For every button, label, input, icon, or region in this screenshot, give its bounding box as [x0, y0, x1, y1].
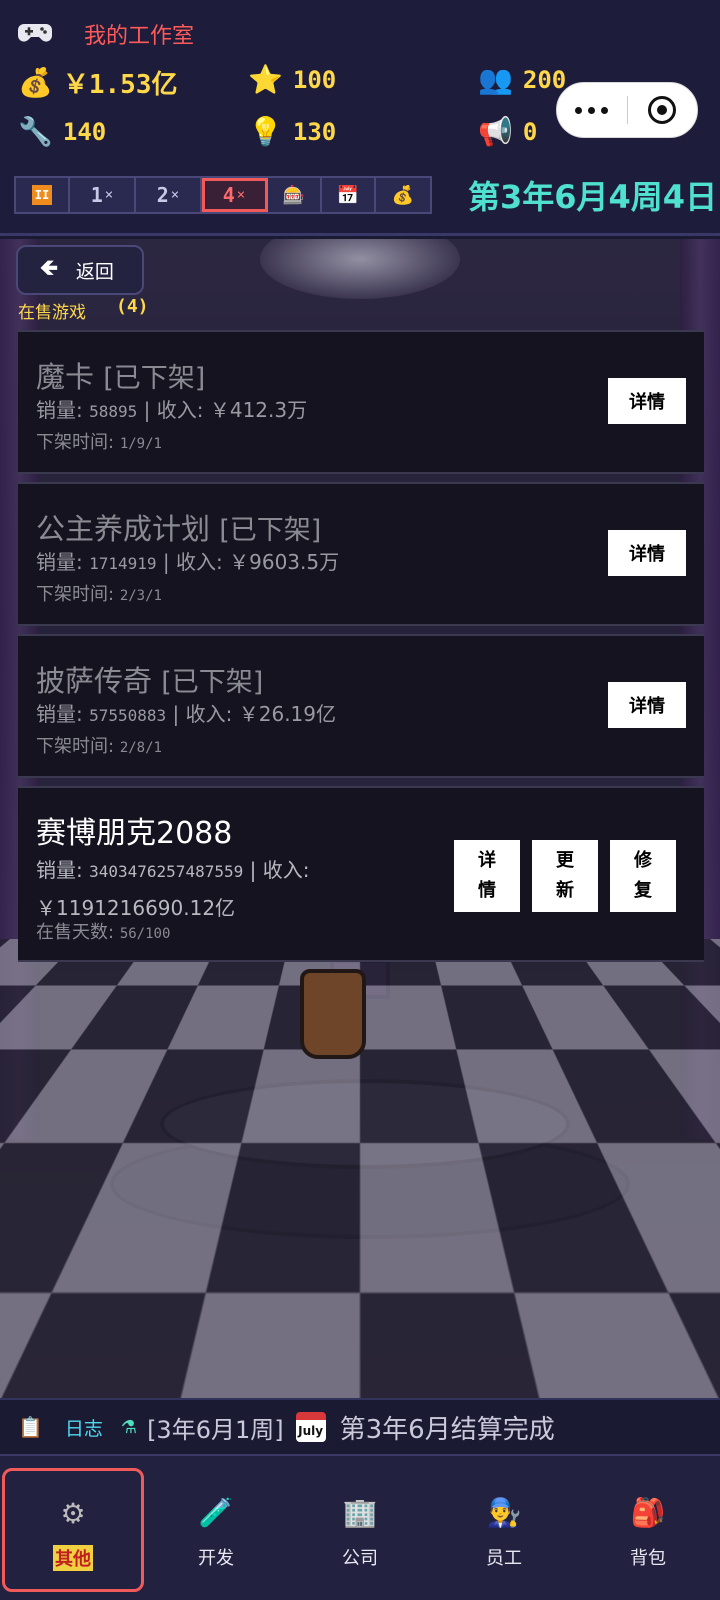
bottom-nav: ⚙ 其他 🧪 开发 🏢 公司 👨‍🔧 员工 🎒 背包: [0, 1454, 720, 1600]
gamepad-icon: [18, 24, 52, 42]
games-on-sale-count: (4): [116, 296, 149, 317]
tech-stat: 🔧 140: [18, 115, 107, 148]
days-on-sale: 在售天数: 56/100: [36, 922, 171, 943]
pause-button[interactable]: II: [16, 178, 70, 212]
speed-controls: II 1 × 2 × 4 × 🎰 📅 💰: [14, 176, 432, 214]
star-icon: ⭐: [248, 63, 283, 96]
nav-label: 背包: [630, 1548, 666, 1569]
speed-4x-button[interactable]: 4 ×: [202, 178, 268, 212]
game-sales-income: 销量: 57550883 | 收入: ￥26.19亿: [36, 702, 337, 726]
flask-icon: ⚗: [120, 1416, 138, 1438]
nav-label: 其他: [53, 1545, 93, 1571]
finance-button[interactable]: 💰: [376, 178, 430, 212]
pause-icon: II: [32, 185, 52, 205]
log-message: 第3年6月结算完成: [339, 1414, 555, 1445]
game-name: 披萨传奇 [已下架]: [36, 664, 264, 698]
studio-title: 我的工作室: [84, 24, 195, 49]
people-icon: 👥: [478, 63, 513, 96]
fans-value: 200: [522, 66, 567, 94]
back-button[interactable]: 🡸 返回: [16, 245, 144, 295]
money-bag-icon: 💰: [391, 184, 415, 206]
log-bar[interactable]: 📋 日志 ⚗ [3年6月1周] July 第3年6月结算完成: [0, 1398, 720, 1454]
detail-button[interactable]: 详情: [454, 840, 520, 912]
update-button[interactable]: 更新: [532, 840, 598, 912]
speed-2x-button[interactable]: 2 ×: [136, 178, 202, 212]
status-header: 我的工作室 💰 ￥1.53亿 ⭐ 100 👥 200 🔧 140 💡 130 📢…: [0, 0, 720, 236]
delist-time: 下架时间: 1/9/1: [36, 432, 162, 453]
nav-label: 开发: [198, 1548, 234, 1569]
lightbulb-icon: 💡: [248, 115, 283, 148]
nav-staff[interactable]: 👨‍🔧 员工: [432, 1456, 576, 1600]
game-name: 公主养成计划 [已下架]: [36, 512, 322, 546]
delist-time: 下架时间: 2/8/1: [36, 736, 162, 757]
target-icon: [648, 96, 677, 124]
flask-icon: 🧪: [198, 1496, 234, 1529]
miniprogram-capsule: [556, 82, 698, 138]
game-sales-income: 销量: 58895 | 收入: ￥412.3万: [36, 398, 308, 422]
log-label[interactable]: 日志: [65, 1414, 103, 1441]
fans-stat: 👥 200: [478, 63, 567, 96]
tech-value: 140: [62, 118, 107, 146]
fame-value: 100: [292, 66, 337, 94]
detail-button[interactable]: 详情: [608, 378, 686, 424]
detail-button[interactable]: 详情: [608, 682, 686, 728]
game-sales-income: 销量: 3403476257487559 | 收入: ￥1191216690.1…: [36, 858, 310, 920]
back-label: 返回: [75, 260, 114, 283]
game-card: 披萨传奇 [已下架] 销量: 57550883 | 收入: ￥26.19亿 下架…: [18, 634, 704, 778]
slot-machine-icon: 🎰: [282, 184, 306, 206]
game-card-on-sale: 赛博朋克2088 销量: 3403476257487559 | 收入: ￥119…: [18, 786, 704, 962]
fame-stat: ⭐ 100: [248, 63, 337, 96]
delisted-tag: [已下架]: [103, 363, 206, 394]
ad-value: 0: [522, 118, 538, 146]
money-bag-icon: 💰: [18, 65, 53, 99]
slot-machine-button[interactable]: 🎰: [268, 178, 322, 212]
close-miniprogram-button[interactable]: [628, 96, 698, 124]
backpack-icon: 🎒: [630, 1496, 666, 1529]
megaphone-icon: 📢: [478, 115, 513, 148]
games-on-sale-title: 在售游戏: [18, 303, 86, 323]
calendar-icon: 📅: [336, 184, 360, 206]
back-arrow-icon: 🡸: [40, 256, 58, 281]
gear-icon: ⚙: [60, 1497, 86, 1530]
idea-stat: 💡 130: [248, 115, 337, 148]
game-card: 魔卡 [已下架] 销量: 58895 | 收入: ￥412.3万 下架时间: 1…: [18, 330, 704, 474]
calendar-button[interactable]: 📅: [322, 178, 376, 212]
game-name: 赛博朋克2088: [36, 816, 233, 851]
building-icon: 🏢: [342, 1496, 378, 1529]
money-stat: 💰 ￥1.53亿: [18, 64, 178, 101]
delisted-tag: [已下架]: [161, 667, 264, 698]
fix-button[interactable]: 修复: [610, 840, 676, 912]
delist-time: 下架时间: 2/3/1: [36, 584, 162, 605]
delisted-tag: [已下架]: [219, 515, 322, 546]
nav-develop[interactable]: 🧪 开发: [144, 1456, 288, 1600]
wrench-icon: 🔧: [18, 115, 53, 148]
nav-label: 公司: [342, 1548, 378, 1569]
calendar-icon: July: [295, 1412, 326, 1442]
game-date: 第3年6月4周4日: [468, 178, 718, 216]
clipboard-icon: 📋: [18, 1415, 43, 1439]
nav-label: 员工: [486, 1548, 522, 1569]
speed-1x-button[interactable]: 1 ×: [70, 178, 136, 212]
nav-other[interactable]: ⚙ 其他: [2, 1468, 144, 1592]
log-week: [3年6月1周]: [147, 1415, 284, 1444]
detail-button[interactable]: 详情: [608, 530, 686, 576]
game-name: 魔卡 [已下架]: [36, 360, 206, 394]
game-sales-income: 销量: 1714919 | 收入: ￥9603.5万: [36, 550, 340, 574]
more-menu-button[interactable]: [557, 106, 627, 114]
idea-value: 130: [292, 118, 337, 146]
nav-company[interactable]: 🏢 公司: [288, 1456, 432, 1600]
game-card: 公主养成计划 [已下架] 销量: 1714919 | 收入: ￥9603.5万 …: [18, 482, 704, 626]
nav-backpack[interactable]: 🎒 背包: [576, 1456, 720, 1600]
mechanic-icon: 👨‍🔧: [486, 1496, 522, 1529]
ad-stat: 📢 0: [478, 115, 538, 148]
money-value: ￥1.53亿: [62, 70, 178, 100]
